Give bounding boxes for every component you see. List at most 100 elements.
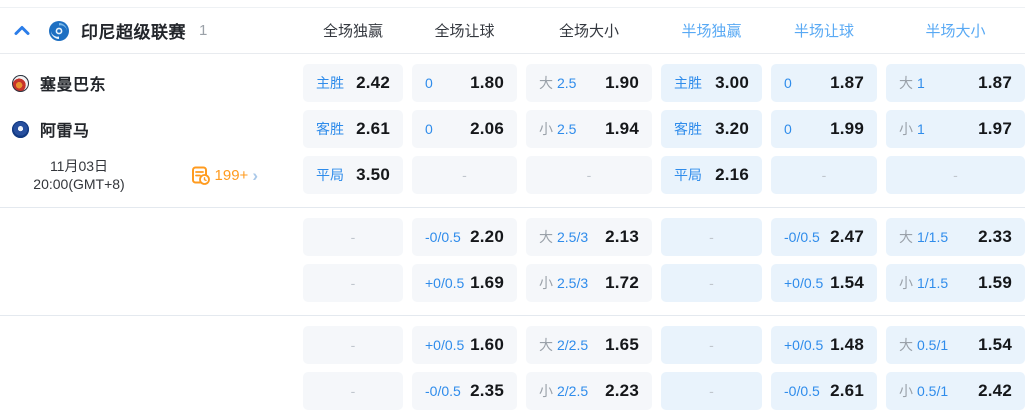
odds-cell[interactable]: 大 0.5/1 1.54: [886, 326, 1025, 364]
odds-line-label: -0/0.5: [784, 229, 820, 245]
odds-line-label: 大 2/2.5: [539, 337, 589, 353]
odds-cell[interactable]: 大 2.5/3 2.13: [526, 218, 652, 256]
odds-cell-empty: -: [303, 264, 403, 302]
odds-cell[interactable]: +0/0.5 1.69: [412, 264, 517, 302]
column-header-ht-1x2[interactable]: 半场独赢: [661, 20, 762, 41]
home-team-name: 塞曼巴东: [40, 77, 107, 94]
odds-value: 1.87: [830, 73, 864, 92]
away-team-cell[interactable]: 阿雷马: [0, 117, 294, 141]
column-header-ft-1x2[interactable]: 全场独赢: [303, 20, 403, 41]
odds-line-label: +0/0.5: [425, 275, 465, 291]
odds-value: 2.23: [605, 381, 639, 400]
match-time: 20:00(GMT+8): [33, 176, 125, 192]
odds-line-label: -0/0.5: [425, 229, 461, 245]
odds-cell[interactable]: 小 2.5 1.94: [526, 110, 652, 148]
odds-cell[interactable]: +0/0.5 1.60: [412, 326, 517, 364]
odds-line-label: 客胜: [316, 121, 344, 137]
odds-line-label: 大1: [899, 75, 925, 91]
odds-line-label: 大 0.5/1: [899, 337, 949, 353]
odds-cell-empty: -: [412, 156, 517, 194]
odds-value: 1.54: [978, 335, 1012, 354]
odds-row: - +0/0.5 1.69 小 2.5/3 1.72 - +0/0.5 1.54 小 1/1.5 1.…: [0, 264, 1025, 302]
odds-value: 1.54: [830, 273, 864, 292]
odds-row-away: 阿雷马 客胜 2.61 0 2.06 小 2.5 1.94 客胜 3.20 0 1.99 小 1 1.97: [0, 110, 1025, 148]
odds-cell-empty: -: [661, 264, 762, 302]
odds-value: 2.06: [470, 119, 504, 138]
home-team-cell[interactable]: 塞曼巴东: [0, 71, 294, 95]
odds-board: 印尼超级联赛 1 全场独赢 全场让球 全场大小 半场独赢 半场让球 半场大小 塞…: [0, 0, 1025, 416]
odds-line-label: 大 2.5: [539, 75, 577, 91]
odds-cell[interactable]: +0/0.5 1.48: [771, 326, 877, 364]
match-count: 1: [199, 22, 208, 39]
odds-value: 3.50: [356, 165, 390, 184]
odds-group-main: 塞曼巴东 主胜 2.42 0 1.80 大 2.5 1.90 主胜 3.00 0 1.87 大 1 1.8…: [0, 54, 1025, 207]
odds-line-label: 主胜: [674, 75, 702, 91]
odds-line-label: -0/0.5: [425, 383, 461, 399]
odds-cell[interactable]: 0 1.99: [771, 110, 877, 148]
odds-value: 1.59: [978, 273, 1012, 292]
odds-cell[interactable]: 主胜 3.00: [661, 64, 762, 102]
odds-line-label: +0/0.5: [784, 275, 824, 291]
odds-value: 1.72: [605, 273, 639, 292]
odds-line-label: 小 2.5/3: [539, 275, 589, 291]
odds-value: 1.97: [978, 119, 1012, 138]
odds-cell[interactable]: 0 2.06: [412, 110, 517, 148]
odds-line-label: 小 1/1.5: [899, 275, 949, 291]
odds-line-label: 0: [425, 121, 433, 137]
odds-cell[interactable]: 小 2/2.5 2.23: [526, 372, 652, 410]
odds-cell[interactable]: 平局 3.50: [303, 156, 403, 194]
odds-line-label: 大 2.5/3: [539, 229, 589, 245]
odds-value: 2.42: [978, 381, 1012, 400]
column-header-ht-overunder[interactable]: 半场大小: [886, 20, 1025, 41]
odds-group-alt-1: - -0/0.5 2.20 大 2.5/3 2.13 - -0/0.5 2.47 大 1/1.5 2.…: [0, 207, 1025, 315]
odds-cell[interactable]: -0/0.5 2.61: [771, 372, 877, 410]
odds-value: 2.13: [605, 227, 639, 246]
odds-cell[interactable]: 大 1/1.5 2.33: [886, 218, 1025, 256]
odds-cell[interactable]: 大 1 1.87: [886, 64, 1025, 102]
odds-value: 1.80: [470, 73, 504, 92]
odds-line-label: 主胜: [316, 75, 344, 91]
chevron-right-icon: ›: [252, 165, 258, 185]
odds-cell[interactable]: 小 1 1.97: [886, 110, 1025, 148]
odds-cell[interactable]: 客胜 3.20: [661, 110, 762, 148]
odds-cell[interactable]: -0/0.5 2.20: [412, 218, 517, 256]
odds-value: 2.33: [978, 227, 1012, 246]
odds-value: 2.47: [830, 227, 864, 246]
odds-cell-empty: -: [661, 326, 762, 364]
odds-cell[interactable]: 0 1.87: [771, 64, 877, 102]
odds-line-label: 0: [425, 75, 433, 91]
odds-cell[interactable]: 平局 2.16: [661, 156, 762, 194]
odds-line-label: 0: [784, 75, 792, 91]
odds-cell[interactable]: 客胜 2.61: [303, 110, 403, 148]
odds-value: 2.61: [830, 381, 864, 400]
odds-cell[interactable]: 主胜 2.42: [303, 64, 403, 102]
collapse-chevron-up-icon[interactable]: [13, 22, 31, 40]
league-logo-icon: [48, 20, 70, 42]
odds-row-draw: 11月03日 20:00(GMT+8) 199+ › 平局 3.50 - - 平…: [0, 156, 1025, 194]
odds-value: 1.48: [830, 335, 864, 354]
column-header-ft-overunder[interactable]: 全场大小: [526, 20, 652, 41]
more-markets-link[interactable]: 199+ ›: [191, 166, 258, 185]
odds-value: 2.16: [715, 165, 749, 184]
odds-line-label: 大 1/1.5: [899, 229, 949, 245]
odds-value: 1.60: [470, 335, 504, 354]
odds-cell-empty: -: [303, 218, 403, 256]
odds-cell[interactable]: +0/0.5 1.54: [771, 264, 877, 302]
match-datetime: 11月03日 20:00(GMT+8): [6, 157, 152, 193]
league-cell: 印尼超级联赛 1: [0, 18, 294, 43]
odds-cell[interactable]: -0/0.5 2.35: [412, 372, 517, 410]
odds-cell[interactable]: -0/0.5 2.47: [771, 218, 877, 256]
column-header-ht-handicap[interactable]: 半场让球: [771, 20, 877, 41]
league-name[interactable]: 印尼超级联赛: [81, 18, 186, 43]
odds-cell[interactable]: 0 1.80: [412, 64, 517, 102]
odds-line-label: 客胜: [674, 121, 702, 137]
odds-cell[interactable]: 小 1/1.5 1.59: [886, 264, 1025, 302]
odds-value: 1.65: [605, 335, 639, 354]
odds-value: 2.61: [356, 119, 390, 138]
column-header-ft-handicap[interactable]: 全场让球: [412, 20, 517, 41]
odds-cell[interactable]: 小 2.5/3 1.72: [526, 264, 652, 302]
odds-cell-empty: -: [661, 372, 762, 410]
odds-cell[interactable]: 大 2.5 1.90: [526, 64, 652, 102]
odds-cell[interactable]: 大 2/2.5 1.65: [526, 326, 652, 364]
odds-cell[interactable]: 小 0.5/1 2.42: [886, 372, 1025, 410]
